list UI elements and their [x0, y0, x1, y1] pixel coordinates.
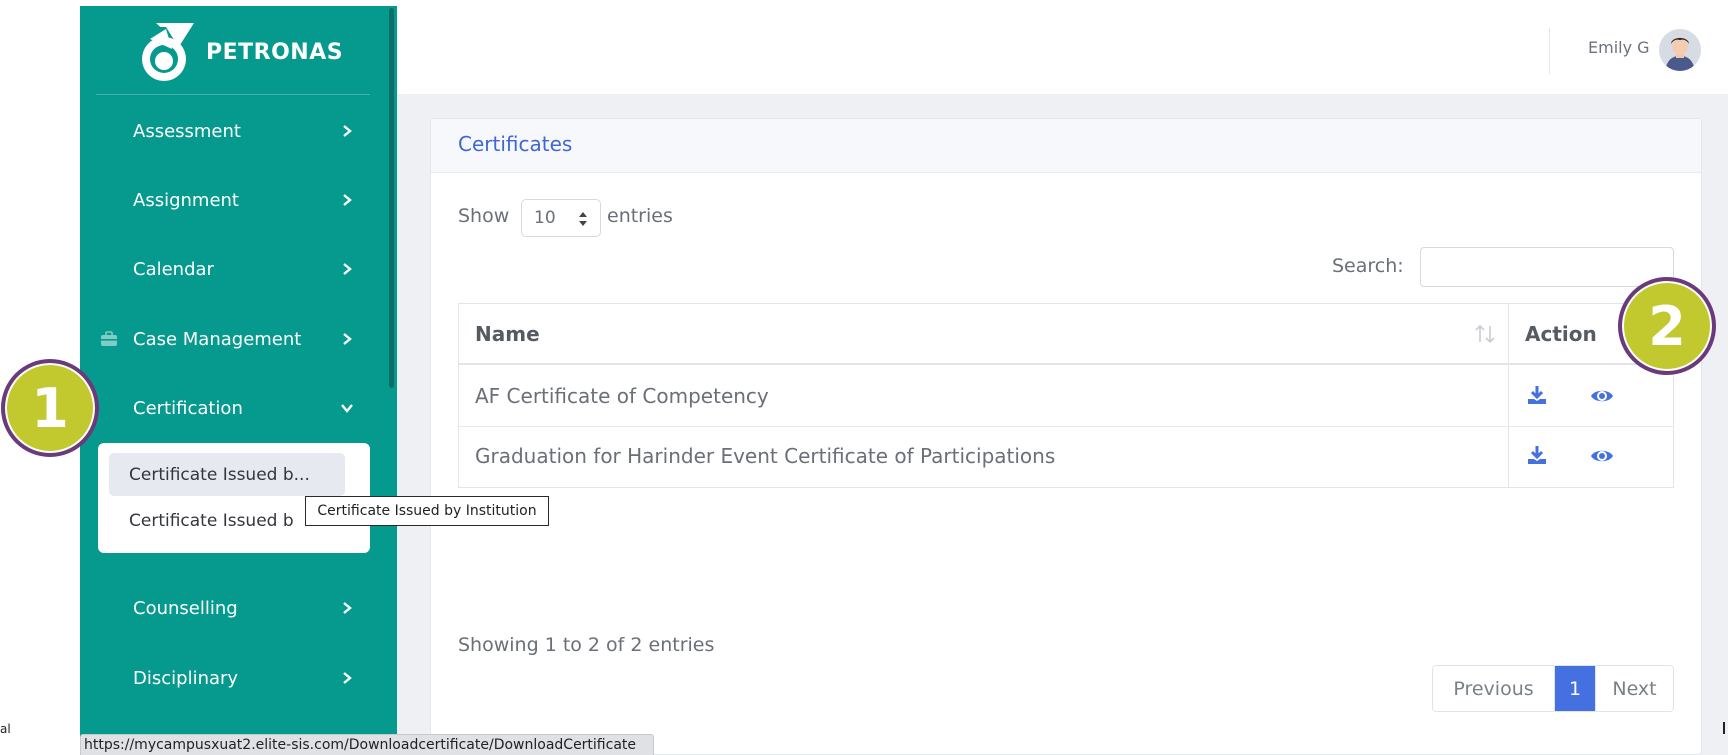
sidebar-item-label: Disciplinary	[133, 667, 239, 689]
chevron-right-icon	[336, 328, 358, 350]
search-label: Search:	[1332, 255, 1404, 277]
sidebar-item-label: Case Management	[133, 328, 302, 350]
submenu-item-certificate-issued-1[interactable]: Certificate Issued b...	[109, 453, 345, 496]
chevron-right-icon	[336, 120, 358, 142]
chevron-down-icon	[336, 397, 358, 419]
sidebar-item-label: Counselling	[133, 597, 238, 619]
briefcase-icon	[101, 331, 117, 346]
column-header-name[interactable]: Name	[475, 322, 540, 346]
chevron-right-icon	[336, 667, 358, 689]
pagination: Previous 1 Next	[1432, 665, 1674, 712]
select-arrows-icon	[579, 212, 587, 226]
sidebar-item-label: Calendar	[133, 258, 214, 280]
sort-icon[interactable]	[1474, 322, 1496, 346]
brand-logo[interactable]: PETRONAS	[136, 17, 396, 87]
sidebar-item-assignment[interactable]: Assignment	[80, 175, 397, 225]
table-row-divider	[459, 426, 1673, 427]
pagination-previous[interactable]: Previous	[1433, 666, 1555, 711]
show-label: Show	[458, 205, 510, 227]
topbar-divider	[1549, 28, 1550, 74]
sidebar-item-case-management[interactable]: Case Management	[80, 314, 397, 364]
pagination-next[interactable]: Next	[1595, 666, 1673, 711]
submenu-item-label: Certificate Issued b...	[129, 464, 310, 485]
table-info: Showing 1 to 2 of 2 entries	[458, 634, 715, 656]
card-title: Certificates	[458, 132, 573, 156]
table-row-name: AF Certificate of Competency	[475, 384, 769, 408]
chevron-right-icon	[336, 258, 358, 280]
chevron-right-icon	[336, 189, 358, 211]
user-name[interactable]: Emily G	[1588, 38, 1650, 57]
step-badge-1: 1	[1, 359, 99, 457]
user-avatar-icon[interactable]	[1659, 29, 1701, 71]
page-length-select[interactable]: 10	[521, 199, 601, 237]
entries-label: entries	[607, 205, 673, 227]
submenu-item-label: Certificate Issued b	[129, 510, 294, 531]
view-eye-icon[interactable]	[1590, 444, 1614, 468]
step-badge-2: 2	[1618, 277, 1716, 375]
petronas-logo-icon	[142, 23, 194, 81]
sidebar-item-certification[interactable]: Certification	[80, 383, 397, 433]
view-eye-icon[interactable]	[1590, 384, 1614, 408]
sidebar-item-assessment[interactable]: Assessment	[80, 106, 397, 156]
column-header-action: Action	[1525, 322, 1597, 346]
sidebar-item-label: Certification	[133, 397, 243, 419]
edge-text: al	[0, 722, 11, 736]
edge-mark	[1723, 722, 1725, 734]
table-row-name: Graduation for Harinder Event Certificat…	[475, 444, 1056, 468]
page-length-value: 10	[534, 208, 556, 228]
column-divider	[1508, 304, 1509, 487]
status-bar-url: https://mycampusxuat2.elite-sis.com/Down…	[80, 734, 654, 755]
tooltip: Certificate Issued by Institution	[305, 496, 549, 526]
chevron-right-icon	[336, 597, 358, 619]
brand-name: PETRONAS	[206, 39, 344, 65]
search-input[interactable]	[1420, 247, 1674, 287]
sidebar-item-label: Assessment	[133, 120, 241, 142]
sidebar-item-calendar[interactable]: Calendar	[80, 244, 397, 294]
card-header	[431, 119, 1701, 173]
sidebar-item-label: Assignment	[133, 189, 239, 211]
screenshot-stage: { "brand": { "name": "PETRONAS", "logo_i…	[0, 0, 1728, 755]
top-bar	[397, 6, 1728, 94]
sidebar-divider	[96, 94, 370, 95]
download-icon[interactable]	[1525, 383, 1549, 407]
download-icon[interactable]	[1525, 443, 1549, 467]
sidebar-item-disciplinary[interactable]: Disciplinary	[80, 653, 397, 703]
sidebar-item-counselling[interactable]: Counselling	[80, 583, 397, 633]
pagination-page-current[interactable]: 1	[1555, 666, 1595, 711]
